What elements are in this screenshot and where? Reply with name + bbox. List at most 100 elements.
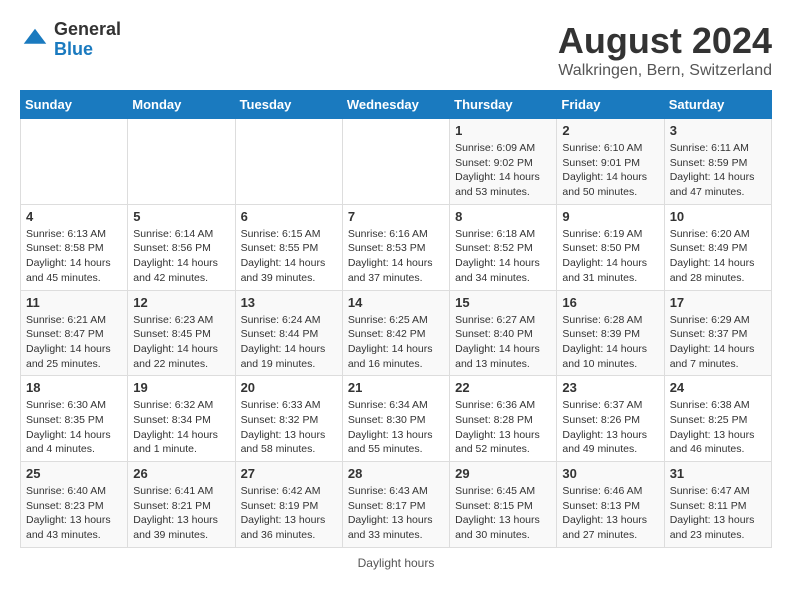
day-number: 12 xyxy=(133,295,229,310)
header-day-monday: Monday xyxy=(128,91,235,119)
day-info: Sunrise: 6:43 AMSunset: 8:17 PMDaylight:… xyxy=(348,484,444,543)
week-row-3: 11 Sunrise: 6:21 AMSunset: 8:47 PMDayligh… xyxy=(21,290,772,376)
header: General Blue August 2024 Walkringen, Ber… xyxy=(20,20,772,80)
day-info: Sunrise: 6:27 AMSunset: 8:40 PMDaylight:… xyxy=(455,313,551,372)
header-day-saturday: Saturday xyxy=(664,91,771,119)
day-number: 22 xyxy=(455,380,551,395)
day-number: 26 xyxy=(133,466,229,481)
day-number: 6 xyxy=(241,209,337,224)
day-number: 29 xyxy=(455,466,551,481)
day-info: Sunrise: 6:25 AMSunset: 8:42 PMDaylight:… xyxy=(348,313,444,372)
header-day-thursday: Thursday xyxy=(450,91,557,119)
calendar-cell: 7 Sunrise: 6:16 AMSunset: 8:53 PMDaylight… xyxy=(342,204,449,290)
calendar-cell: 24Sunrise: 6:38 AMSunset: 8:25 PMDayligh… xyxy=(664,376,771,462)
day-info: Sunrise: 6:47 AMSunset: 8:11 PMDaylight:… xyxy=(670,484,766,543)
day-number: 25 xyxy=(26,466,122,481)
calendar-cell xyxy=(128,119,235,205)
day-number: 2 xyxy=(562,123,658,138)
day-number: 27 xyxy=(241,466,337,481)
day-info: Sunrise: 6:10 AMSunset: 9:01 PMDaylight:… xyxy=(562,141,658,200)
header-day-sunday: Sunday xyxy=(21,91,128,119)
week-row-2: 4 Sunrise: 6:13 AMSunset: 8:58 PMDaylight… xyxy=(21,204,772,290)
calendar-body: 1 Sunrise: 6:09 AMSunset: 9:02 PMDaylight… xyxy=(21,119,772,548)
day-number: 8 xyxy=(455,209,551,224)
day-number: 18 xyxy=(26,380,122,395)
day-number: 31 xyxy=(670,466,766,481)
calendar-cell: 27 Sunrise: 6:42 AMSunset: 8:19 PMDayligh… xyxy=(235,462,342,548)
calendar-cell xyxy=(235,119,342,205)
calendar-cell: 22 Sunrise: 6:36 AMSunset: 8:28 PMDayligh… xyxy=(450,376,557,462)
calendar-cell: 21 Sunrise: 6:34 AMSunset: 8:30 PMDayligh… xyxy=(342,376,449,462)
calendar-cell: 19 Sunrise: 6:32 AMSunset: 8:34 PMDayligh… xyxy=(128,376,235,462)
day-info: Sunrise: 6:42 AMSunset: 8:19 PMDaylight:… xyxy=(241,484,337,543)
day-info: Sunrise: 6:11 AMSunset: 8:59 PMDaylight:… xyxy=(670,141,766,200)
day-info: Sunrise: 6:40 AMSunset: 8:23 PMDaylight:… xyxy=(26,484,122,543)
calendar-cell: 1 Sunrise: 6:09 AMSunset: 9:02 PMDaylight… xyxy=(450,119,557,205)
calendar-cell: 16Sunrise: 6:28 AMSunset: 8:39 PMDayligh… xyxy=(557,290,664,376)
calendar-cell: 14Sunrise: 6:25 AMSunset: 8:42 PMDayligh… xyxy=(342,290,449,376)
day-number: 9 xyxy=(562,209,658,224)
day-info: Sunrise: 6:32 AMSunset: 8:34 PMDaylight:… xyxy=(133,398,229,457)
day-number: 5 xyxy=(133,209,229,224)
header-day-wednesday: Wednesday xyxy=(342,91,449,119)
day-info: Sunrise: 6:23 AMSunset: 8:45 PMDaylight:… xyxy=(133,313,229,372)
calendar-cell xyxy=(342,119,449,205)
calendar-cell: 6Sunrise: 6:15 AMSunset: 8:55 PMDaylight… xyxy=(235,204,342,290)
calendar-cell: 11 Sunrise: 6:21 AMSunset: 8:47 PMDayligh… xyxy=(21,290,128,376)
calendar-header: SundayMondayTuesdayWednesdayThursdayFrid… xyxy=(21,91,772,119)
day-info: Sunrise: 6:13 AMSunset: 8:58 PMDaylight:… xyxy=(26,227,122,286)
day-number: 19 xyxy=(133,380,229,395)
calendar-cell: 30 Sunrise: 6:46 AMSunset: 8:13 PMDayligh… xyxy=(557,462,664,548)
day-info: Sunrise: 6:14 AMSunset: 8:56 PMDaylight:… xyxy=(133,227,229,286)
day-info: Sunrise: 6:41 AMSunset: 8:21 PMDaylight:… xyxy=(133,484,229,543)
day-info: Sunrise: 6:28 AMSunset: 8:39 PMDaylight:… xyxy=(562,313,658,372)
calendar-cell: 10Sunrise: 6:20 AMSunset: 8:49 PMDayligh… xyxy=(664,204,771,290)
day-info: Sunrise: 6:24 AMSunset: 8:44 PMDaylight:… xyxy=(241,313,337,372)
calendar-table: SundayMondayTuesdayWednesdayThursdayFrid… xyxy=(20,90,772,548)
logo-icon xyxy=(20,25,50,55)
day-info: Sunrise: 6:34 AMSunset: 8:30 PMDaylight:… xyxy=(348,398,444,457)
logo-general: General xyxy=(54,20,121,40)
day-info: Sunrise: 6:36 AMSunset: 8:28 PMDaylight:… xyxy=(455,398,551,457)
week-row-5: 25 Sunrise: 6:40 AMSunset: 8:23 PMDayligh… xyxy=(21,462,772,548)
header-day-friday: Friday xyxy=(557,91,664,119)
calendar-cell: 2 Sunrise: 6:10 AMSunset: 9:01 PMDaylight… xyxy=(557,119,664,205)
day-info: Sunrise: 6:21 AMSunset: 8:47 PMDaylight:… xyxy=(26,313,122,372)
title-area: August 2024 Walkringen, Bern, Switzerlan… xyxy=(558,20,772,80)
day-info: Sunrise: 6:16 AMSunset: 8:53 PMDaylight:… xyxy=(348,227,444,286)
calendar-cell: 5 Sunrise: 6:14 AMSunset: 8:56 PMDaylight… xyxy=(128,204,235,290)
calendar-cell: 17Sunrise: 6:29 AMSunset: 8:37 PMDayligh… xyxy=(664,290,771,376)
calendar-cell xyxy=(21,119,128,205)
calendar-cell: 13Sunrise: 6:24 AMSunset: 8:44 PMDayligh… xyxy=(235,290,342,376)
day-number: 4 xyxy=(26,209,122,224)
day-number: 28 xyxy=(348,466,444,481)
calendar-cell: 18 Sunrise: 6:30 AMSunset: 8:35 PMDayligh… xyxy=(21,376,128,462)
day-info: Sunrise: 6:29 AMSunset: 8:37 PMDaylight:… xyxy=(670,313,766,372)
week-row-4: 18 Sunrise: 6:30 AMSunset: 8:35 PMDayligh… xyxy=(21,376,772,462)
day-info: Sunrise: 6:20 AMSunset: 8:49 PMDaylight:… xyxy=(670,227,766,286)
calendar-cell: 29 Sunrise: 6:45 AMSunset: 8:15 PMDayligh… xyxy=(450,462,557,548)
day-info: Sunrise: 6:45 AMSunset: 8:15 PMDaylight:… xyxy=(455,484,551,543)
day-info: Sunrise: 6:30 AMSunset: 8:35 PMDaylight:… xyxy=(26,398,122,457)
day-number: 21 xyxy=(348,380,444,395)
day-number: 7 xyxy=(348,209,444,224)
calendar-cell: 3Sunrise: 6:11 AMSunset: 8:59 PMDaylight… xyxy=(664,119,771,205)
week-row-1: 1 Sunrise: 6:09 AMSunset: 9:02 PMDaylight… xyxy=(21,119,772,205)
day-number: 23 xyxy=(562,380,658,395)
logo-blue: Blue xyxy=(54,40,121,60)
day-number: 30 xyxy=(562,466,658,481)
calendar-cell: 4 Sunrise: 6:13 AMSunset: 8:58 PMDaylight… xyxy=(21,204,128,290)
calendar-cell: 20Sunrise: 6:33 AMSunset: 8:32 PMDayligh… xyxy=(235,376,342,462)
calendar-cell: 28 Sunrise: 6:43 AMSunset: 8:17 PMDayligh… xyxy=(342,462,449,548)
day-number: 24 xyxy=(670,380,766,395)
calendar-cell: 12 Sunrise: 6:23 AMSunset: 8:45 PMDayligh… xyxy=(128,290,235,376)
day-number: 1 xyxy=(455,123,551,138)
footer-note-text: Daylight hours xyxy=(358,556,435,570)
day-number: 20 xyxy=(241,380,337,395)
calendar-cell: 8Sunrise: 6:18 AMSunset: 8:52 PMDaylight… xyxy=(450,204,557,290)
calendar-cell: 31 Sunrise: 6:47 AMSunset: 8:11 PMDayligh… xyxy=(664,462,771,548)
day-number: 11 xyxy=(26,295,122,310)
day-info: Sunrise: 6:37 AMSunset: 8:26 PMDaylight:… xyxy=(562,398,658,457)
day-info: Sunrise: 6:46 AMSunset: 8:13 PMDaylight:… xyxy=(562,484,658,543)
day-info: Sunrise: 6:09 AMSunset: 9:02 PMDaylight:… xyxy=(455,141,551,200)
